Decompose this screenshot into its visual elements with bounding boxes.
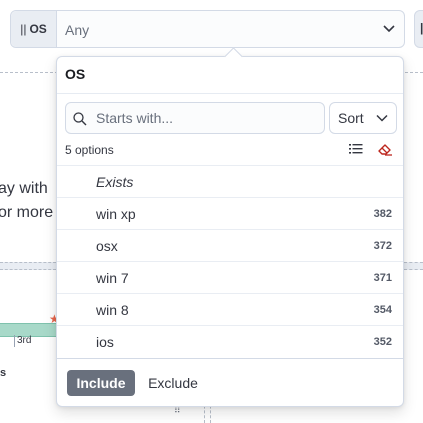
sort-button[interactable]: Sort <box>329 102 397 134</box>
chevron-down-icon[interactable] <box>382 23 396 35</box>
option-label: win 8 <box>96 302 129 318</box>
option-label: win 7 <box>96 270 129 286</box>
option-count: 352 <box>373 336 392 348</box>
list-item[interactable]: Exists <box>57 165 403 197</box>
search-icon <box>73 112 87 126</box>
options-popover: OS Sort 5 options Exists win xp <box>56 47 404 407</box>
option-count: 382 <box>373 208 392 220</box>
option-label: Exists <box>96 174 134 190</box>
sort-label: Sort <box>338 110 364 126</box>
divider <box>57 93 403 94</box>
background-label: s <box>0 367 7 379</box>
background-text: or more <box>0 204 54 221</box>
option-label: osx <box>96 238 118 254</box>
popover-arrow <box>224 47 243 66</box>
os-filter-control[interactable]: || OS Any <box>10 10 405 48</box>
list-item[interactable]: win xp 382 <box>57 197 403 229</box>
field-prepend-label: || OS <box>11 11 57 47</box>
chart-band <box>0 262 56 270</box>
search-field[interactable] <box>65 102 325 134</box>
popover-title: OS <box>65 66 86 82</box>
drag-handle-icon: || <box>20 22 27 36</box>
background-text: ay with <box>0 180 48 197</box>
option-label: win xp <box>96 206 136 222</box>
eraser-icon[interactable] <box>377 142 393 156</box>
list-view-icon[interactable] <box>349 143 363 155</box>
axis-tick-label: 3rd <box>17 335 32 346</box>
option-count: 371 <box>373 272 392 284</box>
chart-band <box>404 262 423 270</box>
list-item[interactable]: win 8 354 <box>57 293 403 325</box>
selected-value[interactable]: Any <box>65 22 89 38</box>
option-label: ios <box>96 334 114 350</box>
search-input[interactable] <box>96 104 318 132</box>
exclude-button[interactable]: Exclude <box>139 370 207 396</box>
list-item[interactable]: osx 372 <box>57 229 403 261</box>
option-count: 372 <box>373 240 392 252</box>
include-button[interactable]: Include <box>67 370 135 396</box>
option-count: 354 <box>373 304 392 316</box>
chevron-down-icon <box>376 114 388 122</box>
list-item[interactable]: win 7 371 <box>57 261 403 293</box>
list-item[interactable]: ios 352 <box>57 325 403 357</box>
options-count: 5 options <box>65 143 114 157</box>
next-filter-control[interactable]: | <box>414 10 423 48</box>
popover-footer: Include Exclude <box>57 358 403 407</box>
field-label: OS <box>29 22 47 36</box>
options-list: Exists win xp 382 osx 372 win 7 371 win … <box>57 165 403 357</box>
axis-tick <box>14 335 15 347</box>
